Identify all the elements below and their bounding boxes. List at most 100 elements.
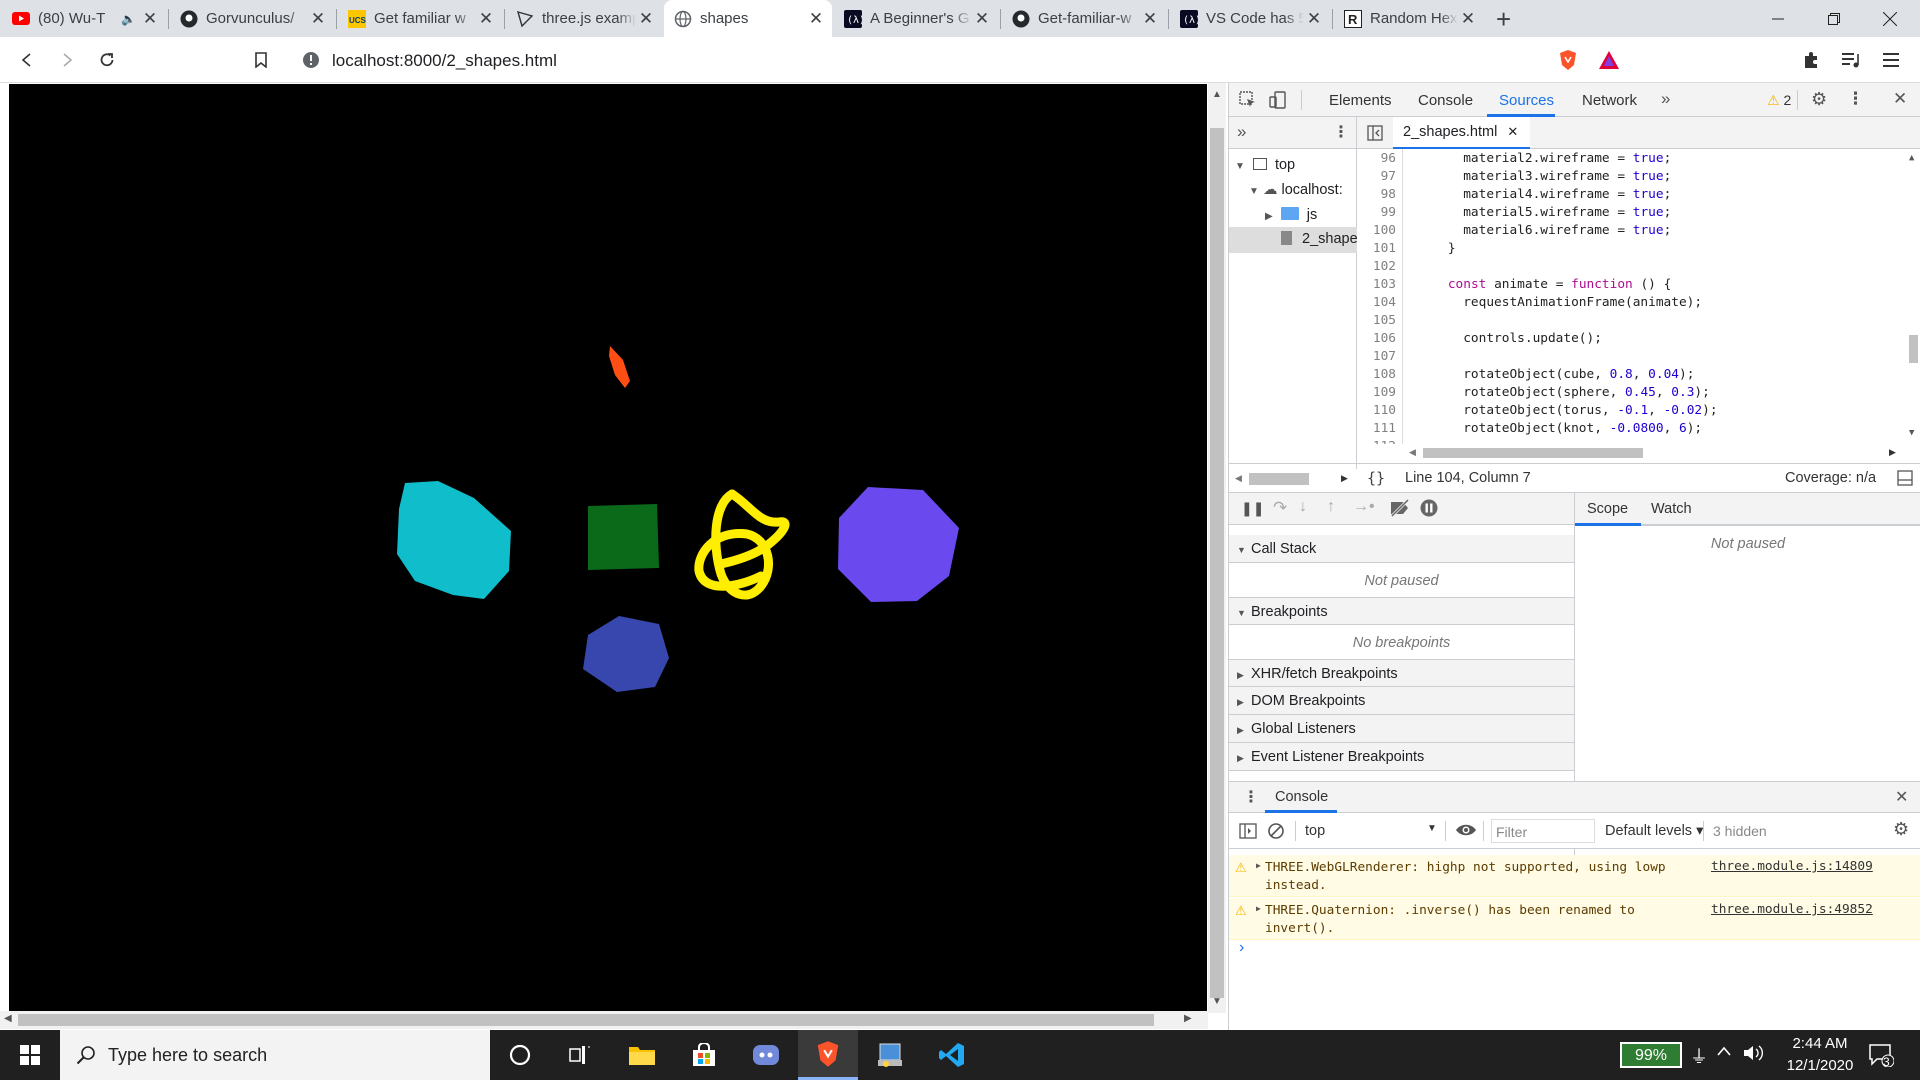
reload-button[interactable] (94, 47, 120, 73)
clock-date[interactable]: 12/1/2020 (1770, 1057, 1870, 1074)
line-number[interactable]: 101 (1373, 241, 1396, 256)
tab-elements[interactable]: Elements (1329, 92, 1392, 109)
tab-network[interactable]: Network (1582, 92, 1637, 109)
forward-button[interactable] (54, 47, 80, 73)
close-tab-icon[interactable]: ✕ (1458, 9, 1478, 29)
tree-item-js-folder[interactable]: ▶ js (1265, 207, 1317, 223)
speaker-icon[interactable]: 🔈 (121, 12, 136, 26)
device-toolbar-icon[interactable] (1269, 91, 1287, 109)
section-dom-breakpoints[interactable]: ▶ DOM Breakpoints (1229, 687, 1574, 715)
close-tab-icon[interactable]: ✕ (806, 9, 826, 29)
start-button[interactable] (0, 1030, 60, 1080)
extensions-icon[interactable] (1798, 47, 1824, 73)
line-number[interactable]: 111 (1373, 421, 1396, 436)
media-controls-icon[interactable] (1838, 47, 1864, 73)
info-icon[interactable] (302, 51, 320, 69)
tab-beginners-guide[interactable]: (λ) A Beginner's G ✕ (834, 0, 998, 37)
editor-file-tab[interactable]: 2_shapes.html ✕ (1393, 117, 1531, 149)
customize-menu-icon[interactable]: ⋮ (1847, 89, 1864, 109)
section-breakpoints[interactable]: ▼ Breakpoints (1229, 597, 1574, 625)
restore-button[interactable] (1806, 0, 1862, 37)
power-plug-icon[interactable]: ⏚ (1690, 1043, 1708, 1069)
line-number[interactable]: 108 (1373, 367, 1396, 382)
clock-time[interactable]: 2:44 AM (1770, 1035, 1870, 1052)
close-tab-icon[interactable]: ✕ (972, 9, 992, 29)
notification-center-icon[interactable] (1868, 1043, 1894, 1067)
line-number[interactable]: 97 (1381, 169, 1396, 184)
menu-icon[interactable] (1878, 47, 1904, 73)
vertical-scrollbar[interactable]: ▲ ▼ (1208, 83, 1226, 1013)
close-file-icon[interactable]: ✕ (1507, 124, 1518, 139)
brave-rewards-icon[interactable] (1596, 47, 1622, 73)
section-global-listeners[interactable]: ▶ Global Listeners (1229, 715, 1574, 743)
line-number[interactable]: 112 (1373, 439, 1396, 444)
brave-shields-icon[interactable] (1555, 47, 1581, 73)
console-prompt[interactable]: › (1239, 939, 1244, 957)
tree-item-localhost[interactable]: ▼ ☁ localhost: (1249, 182, 1357, 198)
expand-triangle-icon[interactable]: ▶ (1256, 861, 1261, 870)
live-expression-eye-icon[interactable] (1455, 822, 1477, 838)
console-warning[interactable]: ⚠ ▶ THREE.Quaternion: .inverse() has been … (1229, 898, 1920, 940)
warning-source-link[interactable]: three.module.js:49852 (1711, 902, 1873, 917)
line-number[interactable]: 100 (1373, 223, 1396, 238)
editor-vertical-scrollbar[interactable]: ▲ ▼ (1905, 149, 1920, 444)
close-tab-icon[interactable]: ✕ (1304, 9, 1324, 29)
console-filter-input[interactable]: Filter (1491, 819, 1595, 843)
close-tab-icon[interactable]: ✕ (636, 9, 656, 29)
battery-indicator[interactable]: 99% (1620, 1042, 1682, 1068)
tree-item-top[interactable]: ▼ top (1235, 157, 1295, 173)
log-levels-dropdown[interactable]: Default levels ▾ (1605, 823, 1703, 839)
line-number[interactable]: 102 (1373, 259, 1396, 274)
close-drawer-icon[interactable]: ✕ (1895, 787, 1908, 807)
tab-shapes[interactable]: shapes ✕ (664, 0, 832, 37)
warning-source-link[interactable]: three.module.js:14809 (1711, 859, 1873, 874)
tab-vscode-article[interactable]: (λ) VS Code has 5 ✕ (1170, 0, 1330, 37)
context-selector[interactable]: top ▼ (1305, 823, 1437, 839)
section-xhr-breakpoints[interactable]: ▶ XHR/fetch Breakpoints (1229, 659, 1574, 687)
navigator-scrollbar[interactable]: ◀ ▶ (1229, 463, 1357, 493)
tab-console[interactable]: Console (1418, 92, 1473, 109)
hidden-icons-chevron[interactable] (1716, 1044, 1732, 1058)
settings-gear-icon[interactable]: ⚙ (1811, 89, 1827, 110)
line-number[interactable]: 109 (1373, 385, 1396, 400)
tab-github-get-familiar[interactable]: Get-familiar-w ✕ (1002, 0, 1166, 37)
section-event-listener-breakpoints[interactable]: ▶ Event Listener Breakpoints (1229, 743, 1574, 771)
close-tab-icon[interactable]: ✕ (476, 9, 496, 29)
brave-browser-icon[interactable] (798, 1030, 858, 1080)
task-view-icon[interactable] (550, 1030, 610, 1080)
tab-youtube[interactable]: (80) Wu-T 🔈 ✕ (2, 0, 166, 37)
code-editor[interactable]: 96 97 98 99 100 101 102 103 104 105 106 107 108 109 11… (1357, 149, 1920, 444)
clear-console-icon[interactable] (1267, 822, 1285, 840)
editor-horizontal-scrollbar[interactable]: ◀ ▶ (1405, 445, 1905, 461)
tab-scope[interactable]: Scope (1587, 501, 1628, 517)
line-number[interactable]: 106 (1373, 331, 1396, 346)
drawer-menu-icon[interactable]: ⋮ (1243, 787, 1259, 807)
tab-watch[interactable]: Watch (1651, 501, 1692, 517)
close-devtools-icon[interactable]: ✕ (1893, 89, 1907, 109)
cortana-icon[interactable] (490, 1030, 550, 1080)
minimize-button[interactable] (1750, 0, 1806, 37)
address-bar[interactable]: localhost:8000/2_shapes.html (290, 42, 1550, 78)
warning-count-badge[interactable]: ⚠ 2 (1767, 92, 1791, 109)
tab-sources[interactable]: Sources (1499, 92, 1554, 109)
console-sidebar-icon[interactable] (1239, 823, 1257, 839)
tab-random-hex[interactable]: R Random Hex C ✕ (1334, 0, 1484, 37)
section-call-stack[interactable]: ▼ Call Stack (1229, 535, 1574, 563)
toggle-debugger-icon[interactable] (1897, 470, 1913, 486)
drawer-tab-console[interactable]: Console (1275, 789, 1328, 805)
line-number[interactable]: 99 (1381, 205, 1396, 220)
navigator-more-icon[interactable]: » (1237, 122, 1246, 142)
line-number[interactable]: 110 (1373, 403, 1396, 418)
new-tab-button[interactable]: + (1496, 4, 1511, 35)
microsoft-store-icon[interactable] (674, 1030, 734, 1080)
line-number[interactable]: 98 (1381, 187, 1396, 202)
webgl-canvas[interactable] (9, 84, 1207, 1012)
back-button[interactable] (14, 47, 40, 73)
line-number[interactable]: 105 (1373, 313, 1396, 328)
taskbar-search-box[interactable]: Type here to search (60, 1030, 490, 1080)
tab-threejs-examples[interactable]: three.js examp ✕ (506, 0, 662, 37)
console-warning[interactable]: ⚠ ▶ THREE.WebGLRenderer: highp not support… (1229, 855, 1920, 897)
toggle-navigator-icon[interactable] (1367, 125, 1383, 141)
python-app-icon[interactable] (860, 1030, 920, 1080)
file-explorer-icon[interactable] (612, 1030, 672, 1080)
